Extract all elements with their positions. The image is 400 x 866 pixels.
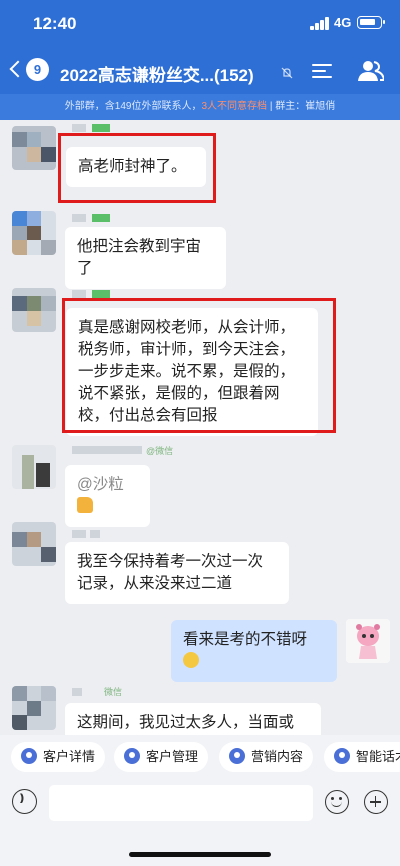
- thumbs-up-emoji-icon: [77, 497, 93, 513]
- sender-tag: 微信: [104, 687, 123, 697]
- battery-icon: [357, 16, 385, 29]
- status-bar: 12:40 4G: [0, 0, 400, 50]
- chat-header: 12:40 4G 9 2022高志谦粉丝交...(152) 外部群，含149位外…: [0, 0, 400, 120]
- mention-text: @沙粒: [77, 476, 124, 493]
- back-icon[interactable]: [9, 58, 23, 82]
- chat-menu-icon[interactable]: [312, 61, 332, 81]
- own-avatar[interactable]: [346, 619, 390, 663]
- network-type: 4G: [334, 15, 352, 30]
- input-bar: [0, 777, 400, 837]
- chip-customer-details[interactable]: 客户详情: [11, 742, 106, 772]
- sender-tag-blurred: [92, 214, 110, 222]
- sender-tag-blurred: [90, 530, 100, 538]
- own-message-text: 看来是考的不错呀: [183, 631, 308, 648]
- unread-badge[interactable]: 9: [26, 58, 49, 81]
- group-owner-text: | 群主：崔旭俏: [267, 101, 336, 112]
- archive-warning-link[interactable]: 3人不同意存档: [201, 101, 267, 112]
- sender-name-blurred: [72, 124, 86, 132]
- chip-label: 客户详情: [43, 749, 96, 764]
- avatar[interactable]: [12, 445, 56, 489]
- customer-management-icon: [124, 748, 140, 764]
- marketing-content-icon: [229, 748, 245, 764]
- home-indicator[interactable]: [129, 852, 271, 857]
- signal-icon: [310, 17, 330, 30]
- chip-marketing-content[interactable]: 营销内容: [219, 742, 314, 772]
- nav-bar: 9 2022高志谦粉丝交...(152): [0, 50, 400, 94]
- avatar[interactable]: [12, 126, 56, 170]
- message-bubble[interactable]: 这期间，我见过太多人，当面或: [65, 703, 321, 735]
- emoji-picker-icon[interactable]: [325, 790, 349, 814]
- sender-tag-blurred: [92, 290, 110, 298]
- avatar[interactable]: [12, 522, 56, 566]
- group-members-icon[interactable]: [358, 60, 386, 82]
- chip-label: 营销内容: [251, 749, 304, 764]
- avatar[interactable]: [12, 686, 56, 730]
- chip-smart-script[interactable]: 智能话术: [324, 742, 400, 772]
- sender-name-blurred: [72, 290, 86, 298]
- chip-label: 智能话术: [356, 749, 400, 764]
- clock: 12:40: [33, 14, 77, 33]
- avatar[interactable]: [12, 288, 56, 332]
- smile-face-emoji-icon: [183, 652, 199, 668]
- sender-name-blurred: [72, 688, 82, 696]
- more-actions-icon[interactable]: [364, 790, 388, 814]
- group-info-text: 外部群，含149位外部联系人，: [64, 101, 202, 112]
- voice-input-icon[interactable]: [12, 789, 37, 814]
- chip-customer-management[interactable]: 客户管理: [114, 742, 209, 772]
- message-bubble[interactable]: @沙粒: [65, 465, 150, 527]
- message-bubble[interactable]: 他把注会教到宇宙了: [65, 227, 226, 289]
- quick-action-bar: 客户详情 客户管理 营销内容 智能话术: [0, 735, 400, 777]
- avatar[interactable]: [12, 211, 56, 255]
- message-list[interactable]: 高老师封神了。 他把注会教到宇宙了 真是感谢网校老师，从会计师，税务师，审计师，…: [0, 120, 400, 735]
- sender-name-blurred: [72, 530, 86, 538]
- chip-label: 客户管理: [146, 749, 199, 764]
- message-input[interactable]: [49, 785, 313, 821]
- highlight-box: [62, 298, 336, 433]
- sender-tag-blurred: [92, 124, 110, 132]
- mute-bell-icon: [281, 67, 293, 79]
- group-info-bar: 外部群，含149位外部联系人，3人不同意存档 | 群主：崔旭俏: [0, 94, 400, 120]
- sender-name-blurred: [72, 446, 142, 454]
- chat-title[interactable]: 2022高志谦粉丝交...(152): [60, 61, 254, 86]
- own-message-bubble[interactable]: 看来是考的不错呀: [171, 620, 337, 682]
- smart-script-icon: [334, 748, 350, 764]
- highlight-box: [58, 133, 216, 203]
- customer-details-icon: [21, 748, 37, 764]
- sender-tag: @微信: [146, 446, 174, 456]
- message-bubble[interactable]: 我至今保持着考一次过一次记录，从来没来过二道: [65, 542, 289, 604]
- sender-name-blurred: [72, 214, 86, 222]
